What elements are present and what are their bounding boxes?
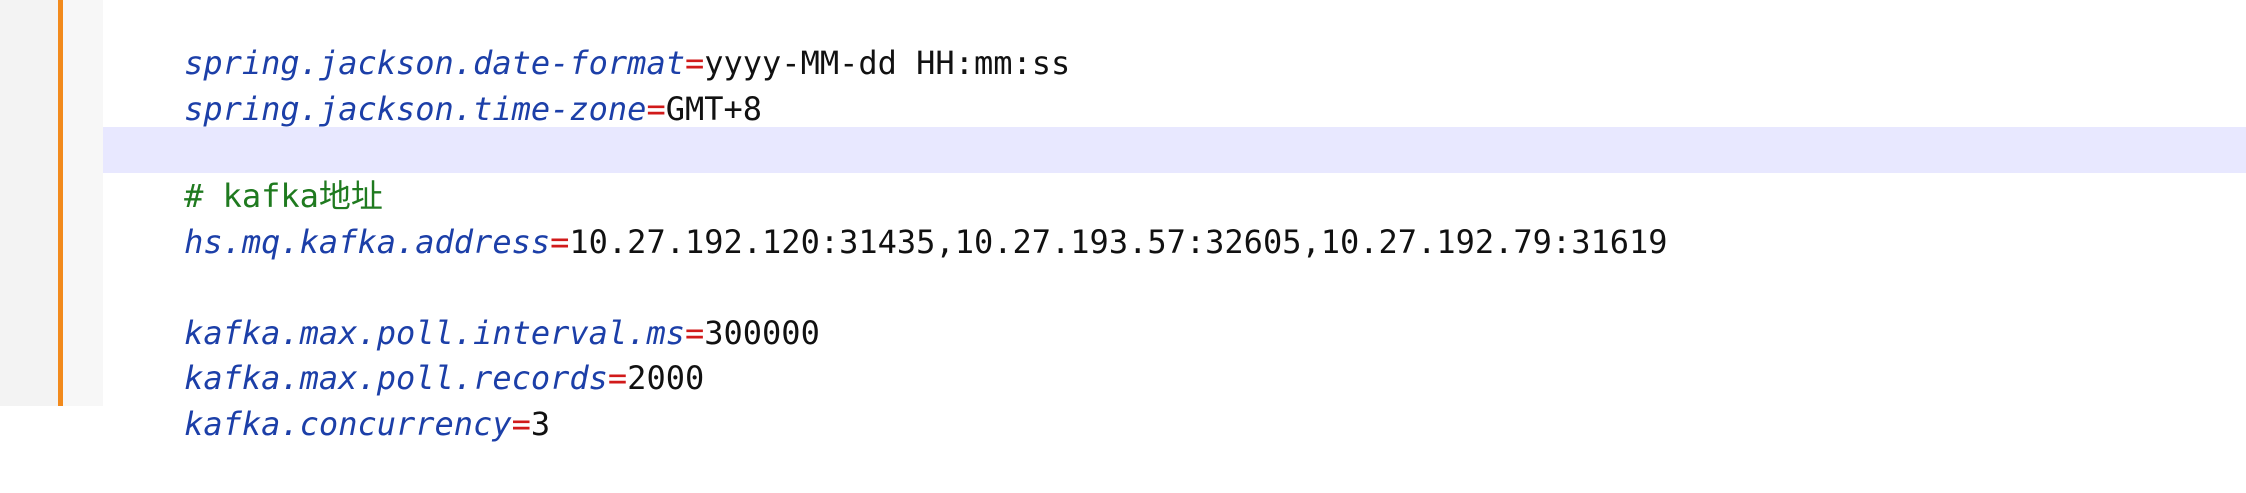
blank-line[interactable]	[103, 219, 2246, 265]
equals-sign: =	[511, 405, 531, 443]
code-line[interactable]: kafka.max.poll.records=2000	[103, 309, 2246, 397]
code-line[interactable]: kafka.concurrency=3	[103, 355, 2246, 443]
current-line[interactable]: # kafka地址	[103, 127, 2246, 215]
code-line[interactable]: kafka.max.poll.interval.ms=300000	[103, 264, 2246, 352]
code-line[interactable]: spring.jackson.time-zone=GMT+8	[103, 40, 2246, 128]
line-number-gutter	[0, 0, 58, 406]
code-line[interactable]: spring.jackson.date-format=yyyy-MM-dd HH…	[103, 0, 2246, 82]
blank-line[interactable]	[103, 86, 2246, 132]
code-editor[interactable]: spring.jackson.date-format=yyyy-MM-dd HH…	[103, 0, 2246, 443]
fold-margin	[63, 0, 103, 406]
property-value: 3	[530, 405, 551, 443]
code-line[interactable]: hs.mq.kafka.address=10.27.192.120:31435,…	[103, 173, 2246, 261]
property-key: kafka.concurrency	[184, 405, 512, 443]
